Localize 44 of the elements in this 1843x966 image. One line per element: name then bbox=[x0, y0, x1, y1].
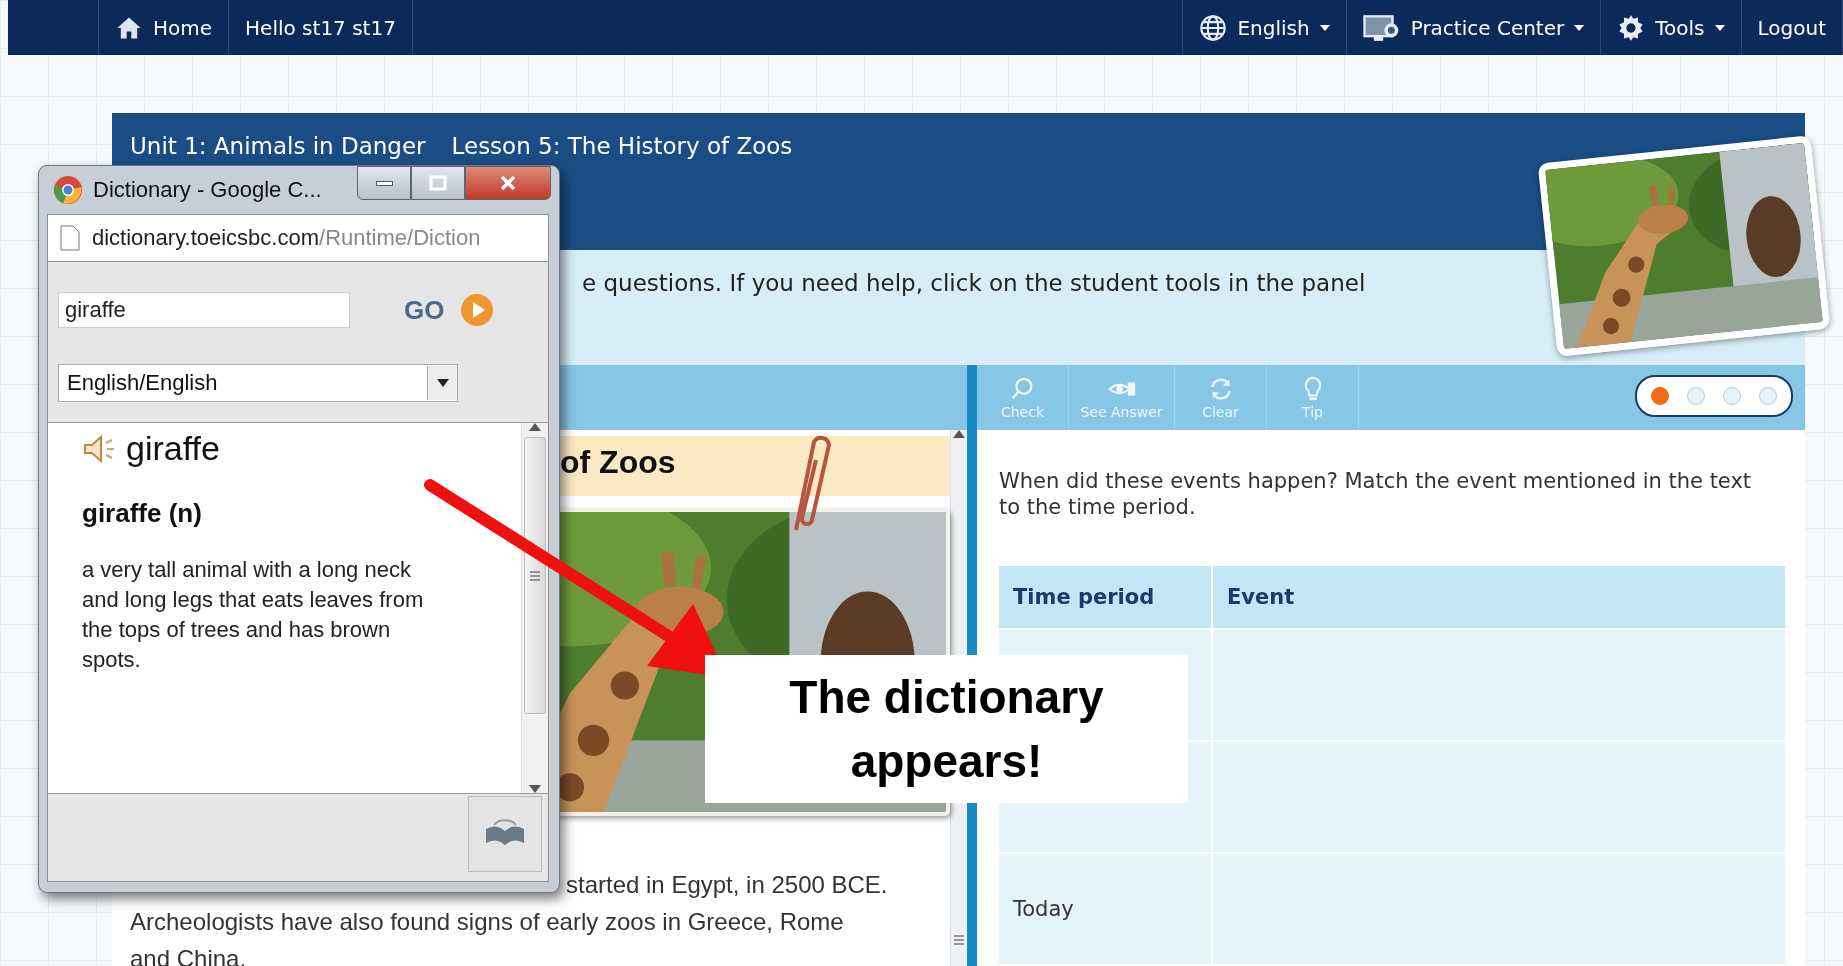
nav-menu-item[interactable]: Tools bbox=[1601, 0, 1742, 55]
maximize-icon bbox=[427, 175, 449, 191]
greeting-text: Hello st17 st17 bbox=[245, 15, 396, 40]
scroll-down-icon[interactable] bbox=[529, 785, 541, 793]
nav-menu-item[interactable]: Logout bbox=[1741, 0, 1843, 55]
language-select[interactable]: English/English bbox=[58, 364, 458, 402]
minimize-icon bbox=[375, 180, 393, 186]
home-link[interactable]: Home bbox=[98, 0, 230, 55]
column-header: Time period bbox=[999, 566, 1211, 628]
lesson-title: Lesson 5: The History of Zoos bbox=[451, 133, 793, 159]
nav-menu-item[interactable]: Practice Center bbox=[1346, 0, 1602, 55]
window-title: Dictionary - Google C... bbox=[93, 177, 322, 203]
globe-icon bbox=[1199, 13, 1228, 42]
page-dot[interactable] bbox=[1723, 387, 1741, 405]
grip-icon bbox=[529, 568, 541, 583]
close-button[interactable] bbox=[465, 166, 551, 200]
question-text: When did these events happen? Match the event mentioned in the text to the time period. bbox=[998, 468, 1753, 521]
play-icon[interactable] bbox=[460, 293, 495, 327]
unit-title: Unit 1: Animals in Danger bbox=[130, 133, 426, 159]
page-icon bbox=[60, 225, 80, 251]
go-button[interactable]: GO bbox=[404, 294, 445, 326]
reading-text: started in Egypt, in 2500 BCE. bbox=[565, 870, 889, 900]
url-text: dictionary.toeicsbc.com/Runtime/Diction bbox=[92, 225, 481, 251]
address-bar[interactable]: dictionary.toeicsbc.com/Runtime/Diction bbox=[47, 214, 549, 262]
table-cell: Today bbox=[999, 854, 1211, 964]
callout-text: The dictionary appears! bbox=[705, 655, 1188, 803]
page-dot[interactable] bbox=[1687, 387, 1705, 405]
search-field[interactable]: giraffe bbox=[58, 292, 350, 328]
maximize-button[interactable] bbox=[411, 166, 465, 200]
browser-icon bbox=[53, 175, 83, 205]
page-dot[interactable] bbox=[1651, 387, 1669, 405]
dropdown-icon bbox=[436, 379, 449, 387]
page-dot[interactable] bbox=[1759, 387, 1777, 405]
minimize-button[interactable] bbox=[357, 166, 411, 200]
book-button[interactable] bbox=[468, 796, 542, 872]
gear-icon bbox=[1617, 13, 1646, 42]
nav-menu-item[interactable]: English bbox=[1182, 0, 1347, 55]
reading-text: Archeologists have also found signs of early zoos in Greece, Rome bbox=[129, 907, 845, 937]
column-header: Event bbox=[1213, 566, 1785, 628]
definition-text: a very tall animal with a long neck and long legs that eats leaves from the tops of trees and has brown spots. bbox=[82, 556, 425, 674]
grip-icon bbox=[953, 933, 965, 947]
instruction-text: e questions. If you need help, click on the student tools in the panel bbox=[582, 270, 1366, 296]
headword: giraffe (n) bbox=[82, 498, 203, 529]
monitor-icon bbox=[1362, 13, 1401, 42]
